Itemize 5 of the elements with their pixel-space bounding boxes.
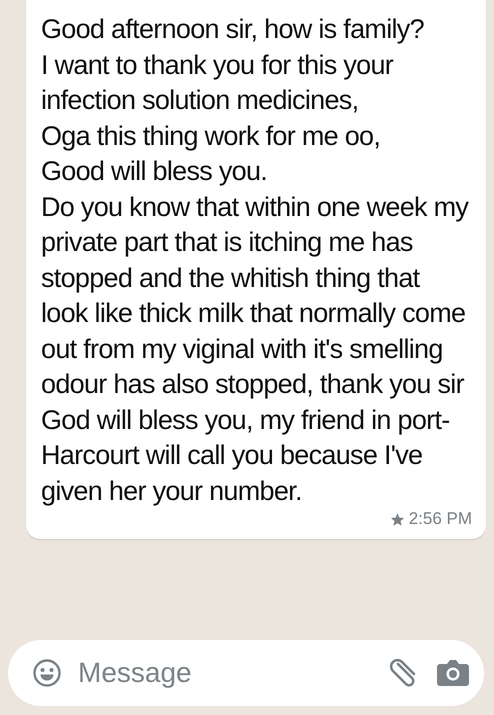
message-text: Good afternoon sir, how is family? I want to thank you for this your infection solution medicines, Oga this thing work for me oo, Good will bless you. Do you know that within one week my private part that is itching me has stopped and the whitish thing that look like thick milk that normally come out from my viginal with it's smelling odour has also stopped, thank you sir God will bless you, my friend in port-Harcourt will call you because I've given her your number. [41, 13, 470, 508]
camera-icon[interactable] [436, 658, 470, 688]
message-field[interactable]: Message [8, 640, 484, 706]
message-time: 2:56 PM [408, 509, 472, 529]
emoji-icon[interactable] [32, 658, 62, 688]
